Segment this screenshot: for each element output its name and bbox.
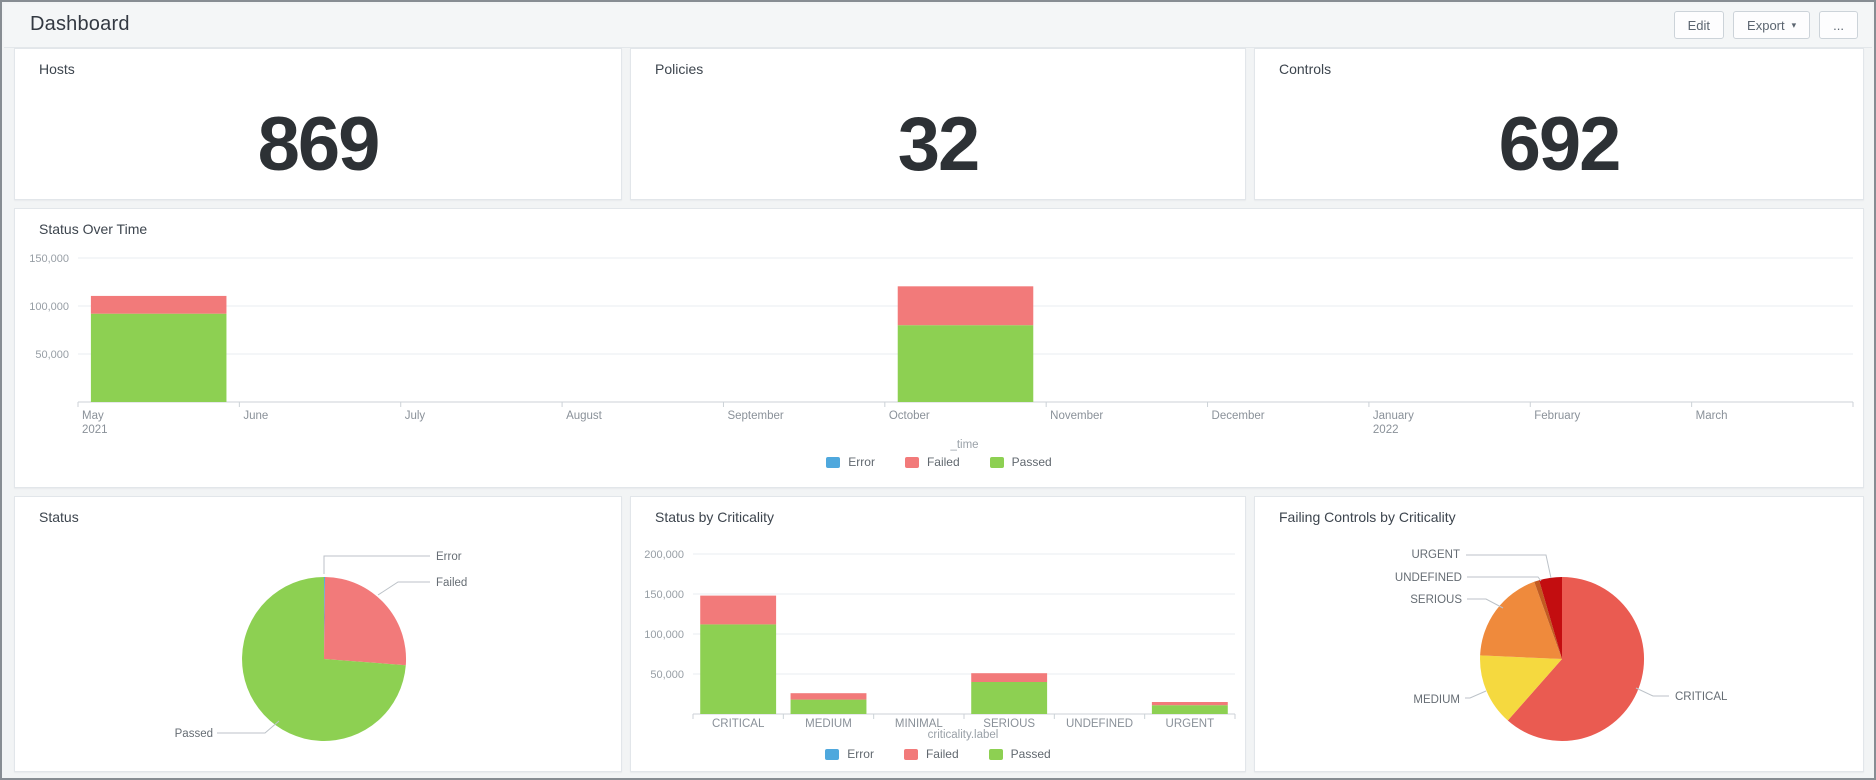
svg-text:150,000: 150,000 bbox=[29, 253, 69, 265]
legend-item-error: Error bbox=[826, 455, 875, 469]
kpi-title: Policies bbox=[655, 61, 704, 77]
legend-item-failed: Failed bbox=[904, 455, 960, 469]
export-button-label: Export bbox=[1747, 17, 1785, 33]
failing-controls-pie-panel: Failing Controls by Criticality URGENT UN… bbox=[1254, 496, 1864, 772]
status-pie-chart[interactable]: Error Failed Passed bbox=[15, 497, 621, 771]
kpi-panel-hosts: Hosts 869 bbox=[14, 48, 622, 200]
svg-text:MEDIUM: MEDIUM bbox=[1413, 694, 1460, 706]
svg-text:June: June bbox=[243, 410, 268, 422]
kpi-value-hosts: 869 bbox=[257, 102, 381, 187]
svg-text:September: September bbox=[727, 410, 783, 422]
legend-label: Error bbox=[848, 455, 875, 469]
svg-text:October: October bbox=[889, 410, 930, 422]
edit-button[interactable]: Edit bbox=[1673, 11, 1725, 39]
kpi-value-controls: 692 bbox=[1498, 102, 1622, 187]
legend-label: Passed bbox=[1011, 455, 1052, 469]
more-button[interactable]: ... bbox=[1819, 11, 1858, 39]
svg-text:2021: 2021 bbox=[82, 424, 108, 436]
legend-swatch-failed bbox=[903, 748, 918, 760]
svg-text:200,000: 200,000 bbox=[644, 549, 684, 561]
svg-text:Failed: Failed bbox=[436, 577, 467, 589]
svg-text:CRITICAL: CRITICAL bbox=[1675, 691, 1728, 703]
svg-text:50,000: 50,000 bbox=[650, 669, 684, 681]
svg-text:Error: Error bbox=[436, 551, 462, 563]
x-axis-title: criticality.label bbox=[927, 729, 999, 741]
export-button[interactable]: Export ▾ bbox=[1733, 11, 1811, 39]
svg-text:Passed: Passed bbox=[175, 728, 213, 740]
more-button-label: ... bbox=[1833, 17, 1844, 33]
kpi-panel-controls: Controls 692 bbox=[1254, 48, 1864, 200]
legend-item-failed: Failed bbox=[903, 747, 959, 761]
svg-text:May: May bbox=[82, 410, 104, 422]
status-by-criticality-panel: Status by Criticality 50,000 100,000 150,0… bbox=[630, 496, 1246, 772]
svg-text:August: August bbox=[566, 410, 603, 422]
failing-controls-pie-chart[interactable]: URGENT UNDEFINED SERIOUS MEDIUM CRITICAL bbox=[1255, 497, 1863, 771]
legend-swatch-passed bbox=[988, 748, 1003, 760]
legend-swatch-error bbox=[826, 456, 841, 468]
x-axis-title: _time bbox=[950, 439, 979, 451]
status-by-criticality-chart[interactable]: 50,000100,000150,000200,000CRITICAL MEDIU… bbox=[631, 497, 1245, 745]
svg-text:URGENT: URGENT bbox=[1411, 549, 1460, 561]
svg-text:February: February bbox=[1534, 410, 1580, 422]
legend-item-passed: Passed bbox=[989, 455, 1052, 469]
chart-legend: Error Failed Passed bbox=[15, 455, 1863, 469]
svg-text:SERIOUS: SERIOUS bbox=[1410, 594, 1462, 606]
chart-legend: Error Failed Passed bbox=[631, 747, 1245, 761]
svg-text:150,000: 150,000 bbox=[644, 589, 684, 601]
status-over-time-panel: Status Over Time 50,000 100,000 150,000 May… bbox=[14, 208, 1864, 488]
page-title: Dashboard bbox=[30, 13, 130, 35]
status-over-time-chart[interactable]: 50,000 100,000 150,000 May 2021 June July Augus… bbox=[15, 209, 1863, 437]
legend-item-error: Error bbox=[825, 747, 874, 761]
legend-swatch-failed bbox=[904, 456, 919, 468]
kpi-title: Controls bbox=[1279, 61, 1332, 77]
svg-text:January: January bbox=[1373, 410, 1414, 422]
legend-label: Failed bbox=[926, 455, 960, 469]
svg-text:March: March bbox=[1696, 410, 1728, 422]
legend-label: Passed bbox=[1010, 747, 1051, 761]
svg-text:50,000: 50,000 bbox=[35, 349, 69, 361]
legend-item-passed: Passed bbox=[988, 747, 1051, 761]
svg-text:100,000: 100,000 bbox=[29, 301, 69, 313]
svg-text:November: November bbox=[1050, 410, 1103, 422]
svg-text:UNDEFINED: UNDEFINED bbox=[1395, 572, 1462, 584]
legend-label: Error bbox=[847, 747, 874, 761]
header-bar: Dashboard Edit Export ▾ ... bbox=[4, 4, 1872, 48]
legend-swatch-error bbox=[825, 748, 840, 760]
kpi-title: Hosts bbox=[39, 61, 75, 77]
legend-label: Failed bbox=[925, 747, 959, 761]
svg-text:2022: 2022 bbox=[1373, 424, 1399, 436]
kpi-panel-policies: Policies 32 bbox=[630, 48, 1246, 200]
dashboard-root: Dashboard Edit Export ▾ ... Hosts 869 Po… bbox=[0, 0, 1876, 780]
svg-text:100,000: 100,000 bbox=[644, 629, 684, 641]
legend-swatch-passed bbox=[989, 456, 1004, 468]
kpi-value-policies: 32 bbox=[897, 102, 981, 187]
header-actions: Edit Export ▾ ... bbox=[1673, 11, 1858, 39]
svg-text:December: December bbox=[1212, 410, 1265, 422]
svg-text:July: July bbox=[405, 410, 426, 422]
caret-down-icon: ▾ bbox=[1791, 19, 1797, 30]
edit-button-label: Edit bbox=[1687, 17, 1711, 33]
status-pie-panel: Status Error Failed Passed bbox=[14, 496, 622, 772]
